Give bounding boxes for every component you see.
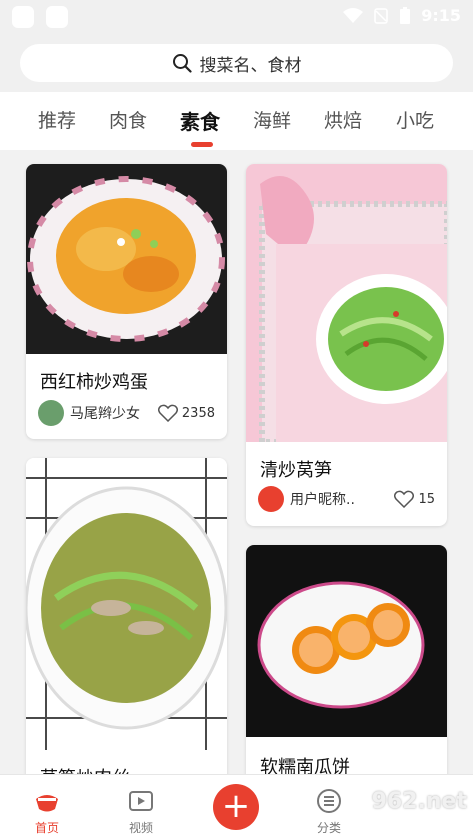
like-count[interactable]: 2358 <box>157 404 215 422</box>
avatar <box>38 400 64 426</box>
tab-snacks[interactable]: 小吃 <box>396 106 434 133</box>
recipe-image-pumpkin-cake <box>246 545 447 737</box>
video-play-icon <box>129 791 153 811</box>
tab-vegetarian[interactable]: 素食 <box>180 106 220 135</box>
nav-video[interactable]: 视频 <box>111 787 171 836</box>
recipe-image-lettuce <box>246 164 447 442</box>
recipe-image-lettuce-pork <box>26 458 227 750</box>
recipe-card[interactable]: 清炒莴笋 用户昵称.. 15 <box>246 164 447 526</box>
recipe-title: 清炒莴笋 <box>260 460 332 481</box>
status-bar: 9:15 <box>0 0 473 34</box>
battery-charging-icon <box>400 6 411 24</box>
recipe-author[interactable]: 马尾辫少女 <box>38 400 140 426</box>
active-tab-indicator <box>191 142 213 147</box>
bottom-navigation: 首页 视频 + 分类 962.net <box>0 774 473 840</box>
like-number: 15 <box>418 491 435 507</box>
heart-icon <box>394 490 415 508</box>
tab-seafood[interactable]: 海鲜 <box>253 106 291 133</box>
author-name: 用户昵称.. <box>290 492 355 508</box>
category-icon <box>317 789 341 813</box>
search-placeholder: 搜菜名、食材 <box>199 55 302 76</box>
recipe-feed[interactable]: 西红柿炒鸡蛋 马尾辫少女 2358 清炒莴笋 用户昵称.. 15 软糯南瓜饼 <box>0 150 473 774</box>
tab-baking[interactable]: 烘焙 <box>324 106 362 133</box>
nav-home-label: 首页 <box>34 821 59 835</box>
recipe-title: 软糯南瓜饼 <box>260 757 350 774</box>
nav-home[interactable]: 首页 <box>17 787 77 836</box>
robot-notification-icon <box>46 6 68 28</box>
search-icon <box>172 54 192 73</box>
no-sim-icon <box>374 7 388 24</box>
like-count[interactable]: 15 <box>394 490 435 508</box>
home-bowl-icon <box>36 795 58 812</box>
recipe-title: 西红柿炒鸡蛋 <box>40 372 148 393</box>
nav-video-label: 视频 <box>128 821 153 835</box>
add-recipe-button[interactable]: + <box>213 784 259 830</box>
site-watermark: 962.net <box>371 789 467 814</box>
recipe-card[interactable]: 软糯南瓜饼 <box>246 545 447 774</box>
app-notification-icon <box>12 6 34 28</box>
recipe-card[interactable]: 莴笋炒肉丝 <box>26 458 227 774</box>
search-bar[interactable]: 搜菜名、食材 <box>20 44 453 82</box>
nav-category-label: 分类 <box>316 821 341 835</box>
nav-category[interactable]: 分类 <box>299 787 359 836</box>
author-name: 马尾辫少女 <box>70 406 140 422</box>
recipe-card[interactable]: 西红柿炒鸡蛋 马尾辫少女 2358 <box>26 164 227 439</box>
recipe-title: 莴笋炒肉丝 <box>40 764 130 774</box>
category-tabs: 推荐 肉食 素食 海鲜 烘焙 小吃 <box>0 92 473 150</box>
tab-meat[interactable]: 肉食 <box>109 106 147 133</box>
tab-recommended[interactable]: 推荐 <box>38 106 76 133</box>
recipe-image-tomato-egg <box>26 164 227 354</box>
like-number: 2358 <box>181 405 215 421</box>
status-time: 9:15 <box>421 6 461 25</box>
recipe-author[interactable]: 用户昵称.. <box>258 486 355 512</box>
avatar <box>258 486 284 512</box>
search-area: 搜菜名、食材 <box>0 34 473 92</box>
wifi-icon <box>343 7 364 23</box>
heart-icon <box>157 404 178 422</box>
